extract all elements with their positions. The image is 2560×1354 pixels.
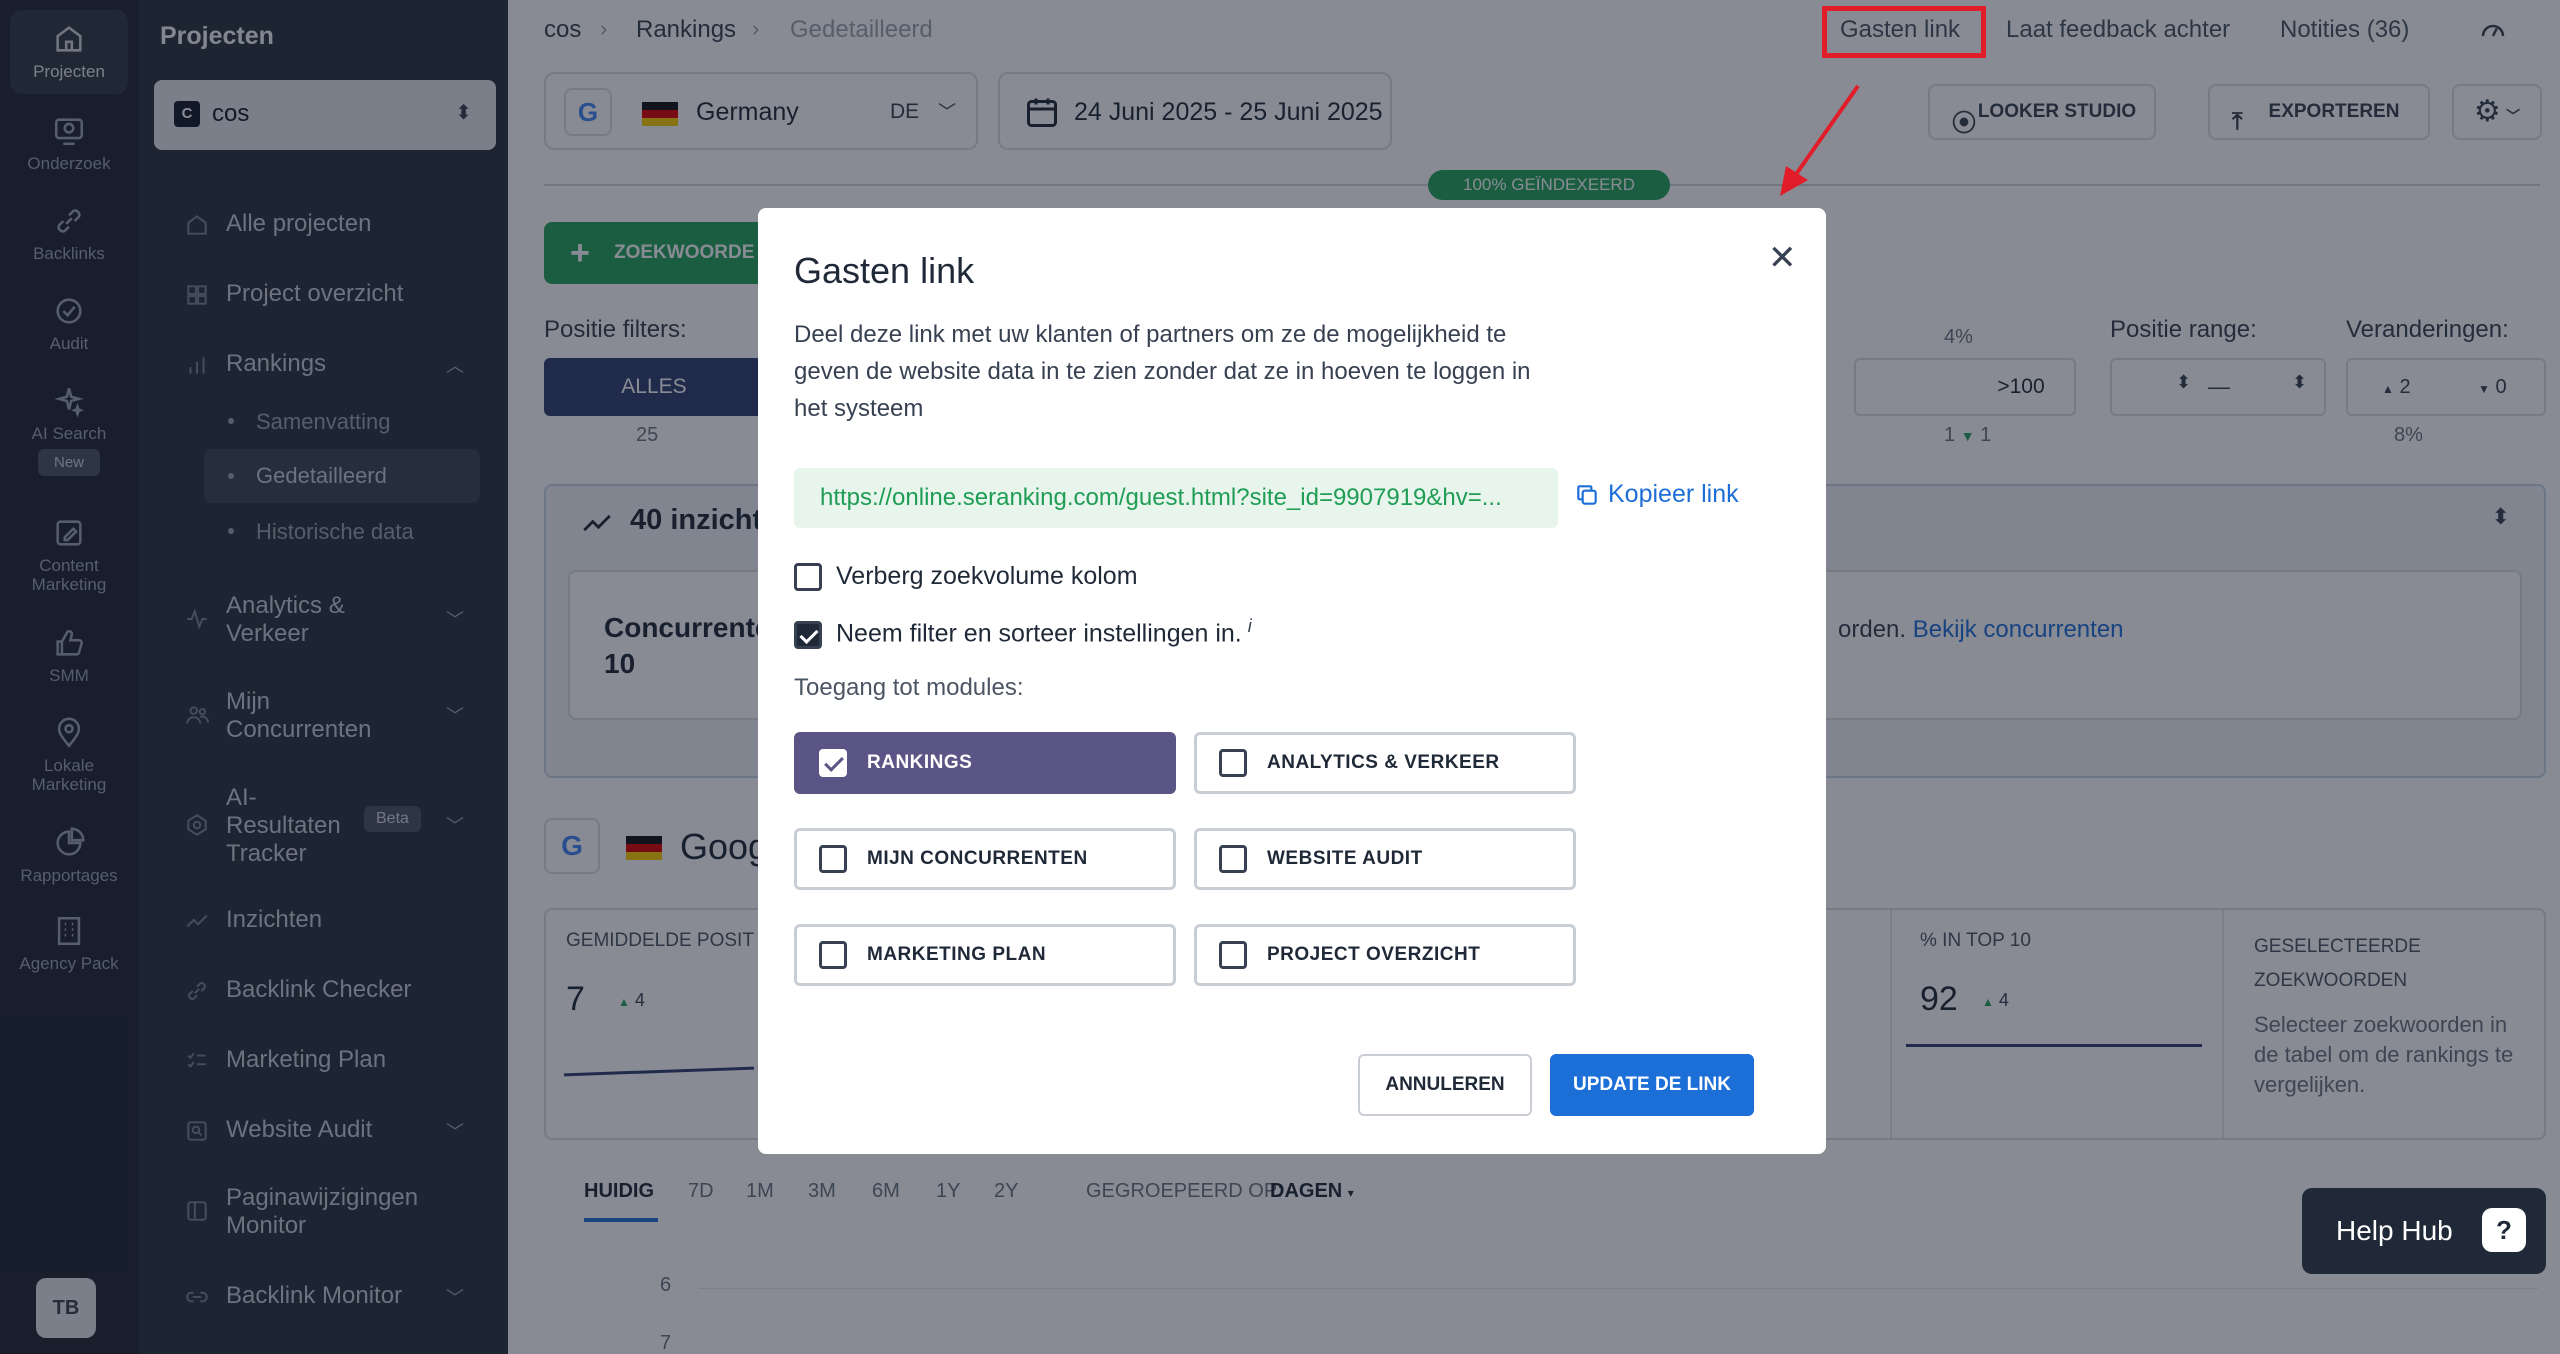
- hide-volume-option[interactable]: Verberg zoekvolume kolom: [794, 562, 1138, 592]
- module-analytics[interactable]: ANALYTICS & VERKEER: [1194, 732, 1576, 794]
- copy-link-label: Kopieer link: [1608, 480, 1739, 508]
- module-checkbox: [1219, 941, 1247, 969]
- guest-link-field[interactable]: https://online.seranking.com/guest.html?…: [794, 468, 1558, 528]
- modules-label: Toegang tot modules:: [794, 674, 1024, 701]
- guest-link-modal: Gasten link ✕ Deel deze link met uw klan…: [758, 208, 1826, 1154]
- close-icon[interactable]: ✕: [1768, 238, 1797, 278]
- include-filters-label: Neem filter en sorteer instellingen in.: [836, 619, 1242, 648]
- include-filters-checkbox[interactable]: [794, 620, 822, 649]
- info-icon[interactable]: i: [1248, 616, 1252, 636]
- module-checkbox: [819, 845, 847, 873]
- cancel-button[interactable]: ANNULEREN: [1358, 1054, 1532, 1116]
- module-label: MIJN CONCURRENTEN: [867, 848, 1088, 869]
- module-label: RANKINGS: [867, 752, 973, 773]
- module-label: WEBSITE AUDIT: [1267, 848, 1423, 869]
- modal-title: Gasten link: [794, 250, 975, 291]
- annotation-arrow-icon: [1780, 84, 1860, 196]
- copy-link-button[interactable]: Kopieer link: [1574, 480, 1739, 509]
- module-label: PROJECT OVERZICHT: [1267, 944, 1481, 965]
- module-rankings[interactable]: RANKINGS: [794, 732, 1176, 794]
- hide-volume-label: Verberg zoekvolume kolom: [836, 562, 1138, 590]
- module-checkbox: [1219, 845, 1247, 873]
- hide-volume-checkbox[interactable]: [794, 563, 822, 592]
- module-website-audit[interactable]: WEBSITE AUDIT: [1194, 828, 1576, 890]
- include-filters-option[interactable]: Neem filter en sorteer instellingen in. i: [794, 616, 1252, 649]
- module-marketing-plan[interactable]: MARKETING PLAN: [794, 924, 1176, 986]
- module-checkbox: [819, 749, 847, 777]
- question-chat-icon: ?: [2482, 1208, 2526, 1252]
- update-link-button[interactable]: UPDATE DE LINK: [1550, 1054, 1754, 1116]
- module-checkbox: [1219, 749, 1247, 777]
- copy-icon: [1577, 485, 1597, 506]
- module-concurrenten[interactable]: MIJN CONCURRENTEN: [794, 828, 1176, 890]
- module-label: MARKETING PLAN: [867, 944, 1047, 965]
- modal-description: Deel deze link met uw klanten of partner…: [794, 321, 1531, 422]
- help-hub-button[interactable]: Help Hub ?: [2302, 1188, 2546, 1274]
- module-label: ANALYTICS & VERKEER: [1267, 752, 1500, 773]
- module-project-overzicht[interactable]: PROJECT OVERZICHT: [1194, 924, 1576, 986]
- help-hub-label: Help Hub: [2336, 1215, 2453, 1246]
- module-checkbox: [819, 941, 847, 969]
- annotation-highlight-box: [1822, 6, 1986, 58]
